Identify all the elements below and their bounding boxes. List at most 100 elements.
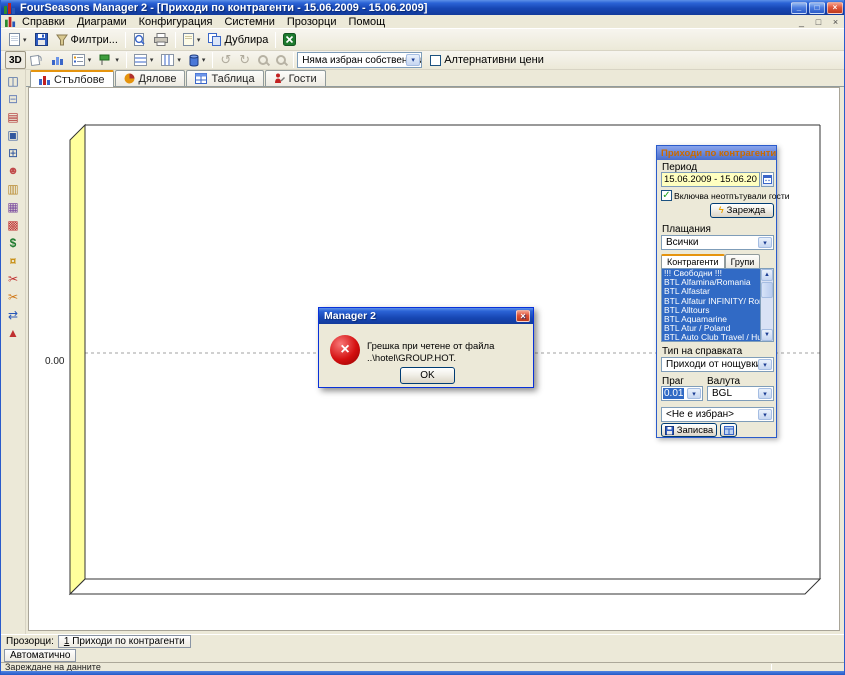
rotate-ccw-button[interactable]: ↺ (216, 51, 235, 69)
include-guests-toggle[interactable]: ✓ Включва неотпътували гости (661, 190, 776, 201)
selection-combobox[interactable]: <Не е избран> ▾ (661, 407, 774, 422)
panel-title-bar[interactable]: Приходи по контрагенти × (657, 146, 776, 160)
list-item[interactable]: BTL Alfamina/Romania (662, 278, 760, 287)
menu-item-windows[interactable]: Прозорци (281, 16, 343, 28)
dialog-title-bar[interactable]: Manager 2 × (319, 308, 533, 324)
open-window-button[interactable]: 1 Приходи по контрагенти (58, 635, 191, 648)
threshold-combobox[interactable]: 0.01 ▾ (661, 386, 703, 401)
alternative-prices-checkbox[interactable] (430, 55, 441, 66)
currency-combobox[interactable]: BGL ▾ (707, 386, 774, 401)
zoom-out-button[interactable] (254, 51, 272, 69)
rotate-chart-button[interactable] (26, 51, 47, 69)
calendar-button[interactable] (761, 172, 774, 187)
horizontal-grid-button[interactable]: ▾ (130, 51, 158, 69)
labels-dropdown-icon[interactable]: ▾ (115, 56, 119, 64)
scrollbar-thumb[interactable] (761, 282, 773, 298)
panel-tab-groups[interactable]: Групи (725, 254, 761, 268)
print-button[interactable] (150, 31, 172, 49)
copy-button[interactable]: ▾ (179, 31, 205, 49)
legend-button[interactable]: ▾ (68, 51, 96, 69)
scroll-up-icon[interactable]: ▲ (761, 269, 773, 281)
list-item[interactable]: BTL Alfastar (662, 287, 760, 296)
list-scrollbar[interactable]: ▲ ▼ (760, 269, 773, 341)
restore-button[interactable]: □ (809, 2, 825, 14)
currency-dropdown-icon[interactable]: ▾ (758, 388, 772, 399)
owner-combobox-dropdown-icon[interactable]: ▾ (406, 54, 420, 66)
contractors-list[interactable]: !!! Свободни !!! BTL Alfamina/Romania BT… (661, 268, 774, 342)
period-input[interactable] (661, 172, 760, 187)
calculator-icon[interactable]: ▣ (4, 126, 22, 144)
cut-red-icon[interactable]: ✂ (4, 270, 22, 288)
close-button[interactable]: × (827, 2, 843, 14)
coins-icon[interactable]: ¤ (4, 252, 22, 270)
tab-bars[interactable]: Стълбове (30, 70, 114, 87)
guests-group-icon[interactable]: ☻ (4, 162, 22, 180)
tab-guests[interactable]: Гости (265, 70, 326, 86)
tab-pie[interactable]: Дялове (115, 70, 186, 86)
save-report-button[interactable]: Записва (661, 423, 717, 437)
cylinder-style-button[interactable]: ▾ (185, 51, 210, 69)
menu-item-configuration[interactable]: Конфигурация (133, 16, 219, 28)
export-excel-button[interactable] (279, 31, 300, 49)
horizontal-grid-dropdown-icon[interactable]: ▾ (150, 56, 154, 64)
mdi-restore-button[interactable]: □ (812, 16, 825, 28)
tab-table[interactable]: Таблица (186, 70, 263, 86)
list-item[interactable]: !!! Свободни !!! (662, 269, 760, 278)
minimize-button[interactable]: _ (791, 2, 807, 14)
list-item[interactable]: BTL Auto Club Travel / Hunga (662, 333, 760, 342)
mdi-minimize-button[interactable]: _ (795, 16, 808, 28)
ledger-icon[interactable]: ▦ (4, 198, 22, 216)
documents-icon[interactable]: ▥ (4, 180, 22, 198)
vertical-grid-button[interactable]: ▾ (157, 51, 185, 69)
new-report-button[interactable]: ▾ (5, 31, 31, 49)
owner-combobox[interactable]: Няма избран собственици ▾ (297, 52, 422, 68)
selection-dropdown-icon[interactable]: ▾ (758, 409, 772, 420)
rotate-cw-button[interactable]: ↻ (235, 51, 254, 69)
ok-button[interactable]: OK (400, 367, 455, 384)
toggle-3d-button[interactable]: 3D (5, 51, 26, 69)
payments-combobox[interactable]: Всички ▾ (661, 235, 774, 250)
print-preview-button[interactable] (129, 31, 150, 49)
panel-tab-contractors[interactable]: Контрагенти (661, 254, 725, 268)
include-guests-checkbox[interactable]: ✓ (661, 190, 672, 201)
saved-reports-button[interactable] (720, 423, 737, 437)
list-item[interactable]: BTL Alfatur INFINITY/ Romani (662, 297, 760, 306)
labels-button[interactable]: ▾ (95, 51, 123, 69)
new-report-dropdown-icon[interactable]: ▾ (23, 36, 27, 44)
alternative-prices-toggle[interactable]: Алтернативни цени (426, 51, 548, 69)
transfer-icon[interactable]: ⇄ (4, 306, 22, 324)
load-button[interactable]: ϟ Зарежда (710, 203, 774, 218)
menu-item-reports[interactable]: Справки (16, 16, 71, 28)
menu-item-diagrams[interactable]: Диаграми (71, 16, 133, 28)
cylinder-dropdown-icon[interactable]: ▾ (202, 56, 206, 64)
report-type-combobox[interactable]: Приходи от нощувки ▾ (661, 357, 774, 372)
filters-button[interactable]: Филтри... (52, 31, 122, 49)
list-item[interactable]: BTL Aquamarine (662, 315, 760, 324)
mdi-close-button[interactable]: × (829, 16, 842, 28)
export-report-icon[interactable]: ⊟ (4, 90, 22, 108)
list-item[interactable]: BTL Alltours (662, 306, 760, 315)
cut-orange-icon[interactable]: ✂ (4, 288, 22, 306)
bar-style-button[interactable] (47, 51, 68, 69)
payments-dropdown-icon[interactable]: ▾ (758, 237, 772, 248)
dialog-close-icon[interactable]: × (516, 310, 530, 322)
threshold-dropdown-icon[interactable]: ▾ (687, 388, 701, 399)
duplicate-button[interactable]: Дублира (204, 31, 272, 49)
copy-dropdown-icon[interactable]: ▾ (197, 36, 201, 44)
save-button[interactable] (31, 31, 52, 49)
report-copy-icon[interactable]: ⊞ (4, 144, 22, 162)
window-cards-icon[interactable]: ◫ (4, 72, 22, 90)
menu-item-help[interactable]: Помощ (342, 16, 391, 28)
vertical-grid-dropdown-icon[interactable]: ▾ (177, 56, 181, 64)
color-chart-icon[interactable]: ▤ (4, 108, 22, 126)
menu-item-system[interactable]: Системни (218, 16, 280, 28)
scroll-down-icon[interactable]: ▼ (761, 329, 773, 341)
dollar-icon[interactable]: $ (4, 234, 22, 252)
legend-dropdown-icon[interactable]: ▾ (88, 56, 92, 64)
list-item[interactable]: BTL Atur / Poland (662, 324, 760, 333)
red-grid-icon[interactable]: ▩ (4, 216, 22, 234)
zoom-in-button[interactable] (272, 51, 290, 69)
automatic-button[interactable]: Автоматично (4, 649, 76, 662)
report-type-dropdown-icon[interactable]: ▾ (758, 359, 772, 370)
person-stats-icon[interactable]: ▲ (4, 324, 22, 342)
